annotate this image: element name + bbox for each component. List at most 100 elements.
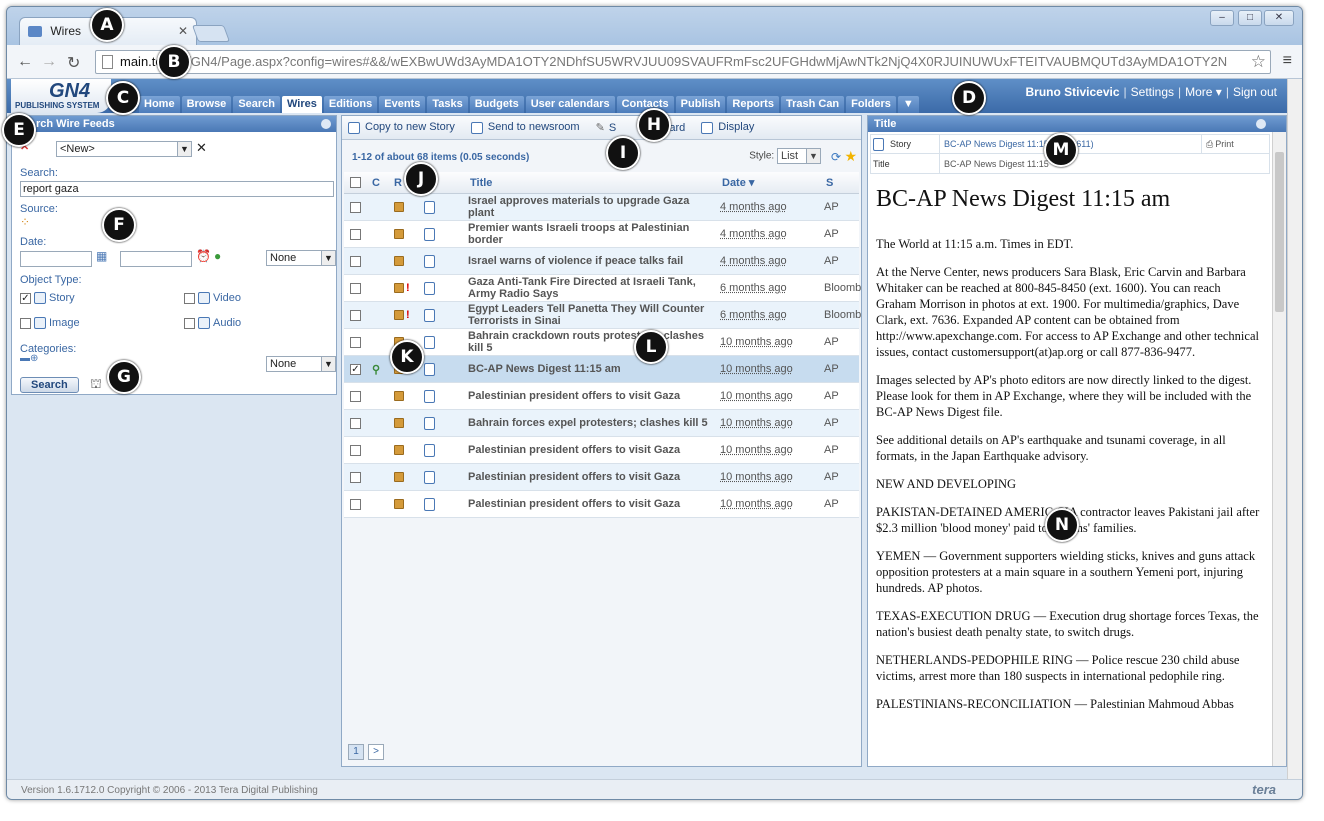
nav-tab-publish[interactable]: Publish — [675, 96, 726, 113]
column-date[interactable]: Date ▾ — [722, 172, 754, 193]
send-to-newsroom-button[interactable]: Send to newsroom — [470, 121, 580, 134]
style-select[interactable]: List ▼ — [777, 148, 821, 164]
category-picker-icon[interactable]: ▬⊕ — [20, 353, 38, 364]
table-row[interactable]: ! Egypt Leaders Tell Panetta They Will Co… — [344, 302, 861, 329]
nav-tab-tasks[interactable]: Tasks — [427, 96, 468, 113]
row-title[interactable]: Palestinian president offers to visit Ga… — [468, 383, 718, 409]
table-row[interactable]: Palestinian president offers to visit Ga… — [344, 464, 859, 491]
globe-icon[interactable]: ● — [214, 249, 221, 263]
settings-link[interactable]: Settings — [1131, 85, 1174, 99]
next-page-button[interactable]: > — [368, 744, 384, 760]
nav-tab-events[interactable]: Events — [379, 96, 426, 113]
story-checkbox[interactable]: ✓ — [20, 292, 31, 304]
row-checkbox[interactable] — [350, 410, 361, 436]
row-checkbox[interactable] — [350, 464, 361, 490]
audio-checkbox[interactable] — [184, 317, 195, 329]
page-1-button[interactable]: 1 — [348, 744, 364, 760]
row-checkbox[interactable] — [350, 194, 361, 220]
display-button[interactable]: Display — [701, 121, 754, 134]
binoculars-icon[interactable]: ⛫ — [90, 376, 102, 394]
nav-tab-search[interactable]: Search — [233, 96, 281, 113]
row-checkbox[interactable] — [350, 329, 361, 355]
nav-tab-reports[interactable]: Reports — [727, 96, 779, 113]
nav-tab-browse[interactable]: Browse — [181, 96, 232, 113]
new-tab-button[interactable] — [191, 25, 231, 42]
nav-tab-wires[interactable]: Wires — [282, 96, 322, 113]
row-title[interactable]: Gaza Anti-Tank Fire Directed at Israeli … — [468, 275, 718, 301]
row-checkbox[interactable]: ✓ — [350, 356, 361, 382]
close-window-icon[interactable]: ✕ — [1264, 10, 1294, 26]
nav-tab-user-calendars[interactable]: User calendars — [525, 96, 615, 113]
forward-icon[interactable]: → — [41, 53, 57, 71]
column-c[interactable]: C — [372, 172, 380, 193]
row-title[interactable]: Egypt Leaders Tell Panetta They Will Cou… — [468, 302, 718, 328]
maximize-icon[interactable]: □ — [1238, 10, 1262, 26]
refresh-icon[interactable]: ⟳ — [831, 150, 841, 164]
date-from-input[interactable] — [20, 251, 92, 267]
column-title[interactable]: Title — [470, 172, 492, 193]
attachment-icon[interactable]: ⚲ — [372, 356, 380, 382]
row-checkbox[interactable] — [350, 491, 361, 517]
minimize-icon[interactable]: – — [1210, 10, 1234, 26]
collapse-icon[interactable] — [1256, 119, 1266, 129]
type-video[interactable]: Video — [184, 292, 241, 305]
row-title[interactable]: Palestinian president offers to visit Ga… — [468, 491, 718, 517]
row-checkbox[interactable] — [350, 248, 361, 274]
copy-to-new-story-button[interactable]: Copy to new Story — [348, 121, 455, 134]
type-image[interactable]: Image — [20, 317, 80, 330]
back-icon[interactable]: ← — [17, 53, 33, 71]
row-checkbox[interactable] — [350, 383, 361, 409]
print-button[interactable]: ⎙ Print — [1201, 135, 1234, 153]
image-checkbox[interactable] — [20, 317, 31, 329]
favorite-star-icon[interactable]: ★ — [844, 148, 857, 165]
sign-out-link[interactable]: Sign out — [1233, 85, 1277, 99]
tab-close-icon[interactable]: ✕ — [178, 24, 188, 38]
row-title[interactable]: Bahrain forces expel protesters; clashes… — [468, 410, 718, 436]
categories-mode-select[interactable]: None ▼ — [266, 356, 336, 372]
saved-search-select[interactable]: <New> ▼ — [56, 141, 192, 157]
source-picker-icon[interactable]: ⁘ — [20, 215, 30, 229]
table-row[interactable]: Premier wants Israeli troops at Palestin… — [344, 221, 859, 248]
column-source[interactable]: S — [826, 172, 833, 193]
type-story[interactable]: ✓ Story — [20, 292, 75, 305]
row-checkbox[interactable] — [350, 437, 361, 463]
browser-menu-icon[interactable]: ≡ — [1283, 52, 1292, 70]
user-name[interactable]: Bruno Stivicevic — [1025, 85, 1119, 99]
nav-tab-trash-can[interactable]: Trash Can — [780, 96, 845, 113]
type-audio[interactable]: Audio — [184, 317, 241, 330]
preview-scrollbar[interactable] — [1272, 132, 1286, 766]
nav-tab-budgets[interactable]: Budgets — [469, 96, 524, 113]
search-button[interactable]: Search — [20, 377, 79, 393]
nav-tab-folders[interactable]: Folders — [846, 96, 896, 113]
table-row[interactable]: Palestinian president offers to visit Ga… — [344, 491, 859, 518]
table-row[interactable]: ! Gaza Anti-Tank Fire Directed at Israeli… — [344, 275, 861, 302]
alarm-clock-icon[interactable]: ⏰ — [196, 249, 211, 263]
table-row[interactable]: Israel warns of violence if peace talks … — [344, 248, 859, 275]
table-row[interactable]: Palestinian president offers to visit Ga… — [344, 437, 859, 464]
collapse-icon[interactable] — [321, 119, 331, 129]
nav-tab-[interactable]: ▼ — [897, 96, 919, 113]
table-row[interactable]: Bahrain forces expel protesters; clashes… — [344, 410, 859, 437]
scroll-thumb[interactable] — [1275, 152, 1284, 312]
table-row[interactable]: Israel approves materials to upgrade Gaz… — [344, 194, 859, 221]
row-title[interactable]: Palestinian president offers to visit Ga… — [468, 464, 718, 490]
column-r[interactable]: R — [394, 172, 402, 193]
row-title[interactable]: BC-AP News Digest 11:15 am — [468, 356, 718, 382]
more-menu[interactable]: More ▾ — [1185, 85, 1222, 99]
nav-tab-home[interactable]: Home — [139, 96, 180, 113]
row-title[interactable]: Israel approves materials to upgrade Gaz… — [468, 194, 718, 220]
clear-icon[interactable]: ✕ — [196, 140, 207, 156]
table-row[interactable]: Palestinian president offers to visit Ga… — [344, 383, 859, 410]
row-title[interactable]: Israel warns of violence if peace talks … — [468, 248, 718, 274]
reload-icon[interactable]: ↻ — [67, 53, 80, 73]
row-title[interactable]: Palestinian president offers to visit Ga… — [468, 437, 718, 463]
row-checkbox[interactable] — [350, 221, 361, 247]
row-checkbox[interactable] — [350, 302, 361, 328]
bookmark-star-icon[interactable]: ☆ — [1251, 52, 1266, 72]
page-scrollbar[interactable] — [1287, 79, 1302, 779]
select-all-checkbox[interactable] — [350, 172, 361, 193]
calendar-icon[interactable]: ▦ — [96, 249, 107, 263]
nav-tab-editions[interactable]: Editions — [323, 96, 378, 113]
row-title[interactable]: Bahrain crackdown routs protesters; clas… — [468, 329, 718, 355]
date-to-input[interactable] — [120, 251, 192, 267]
